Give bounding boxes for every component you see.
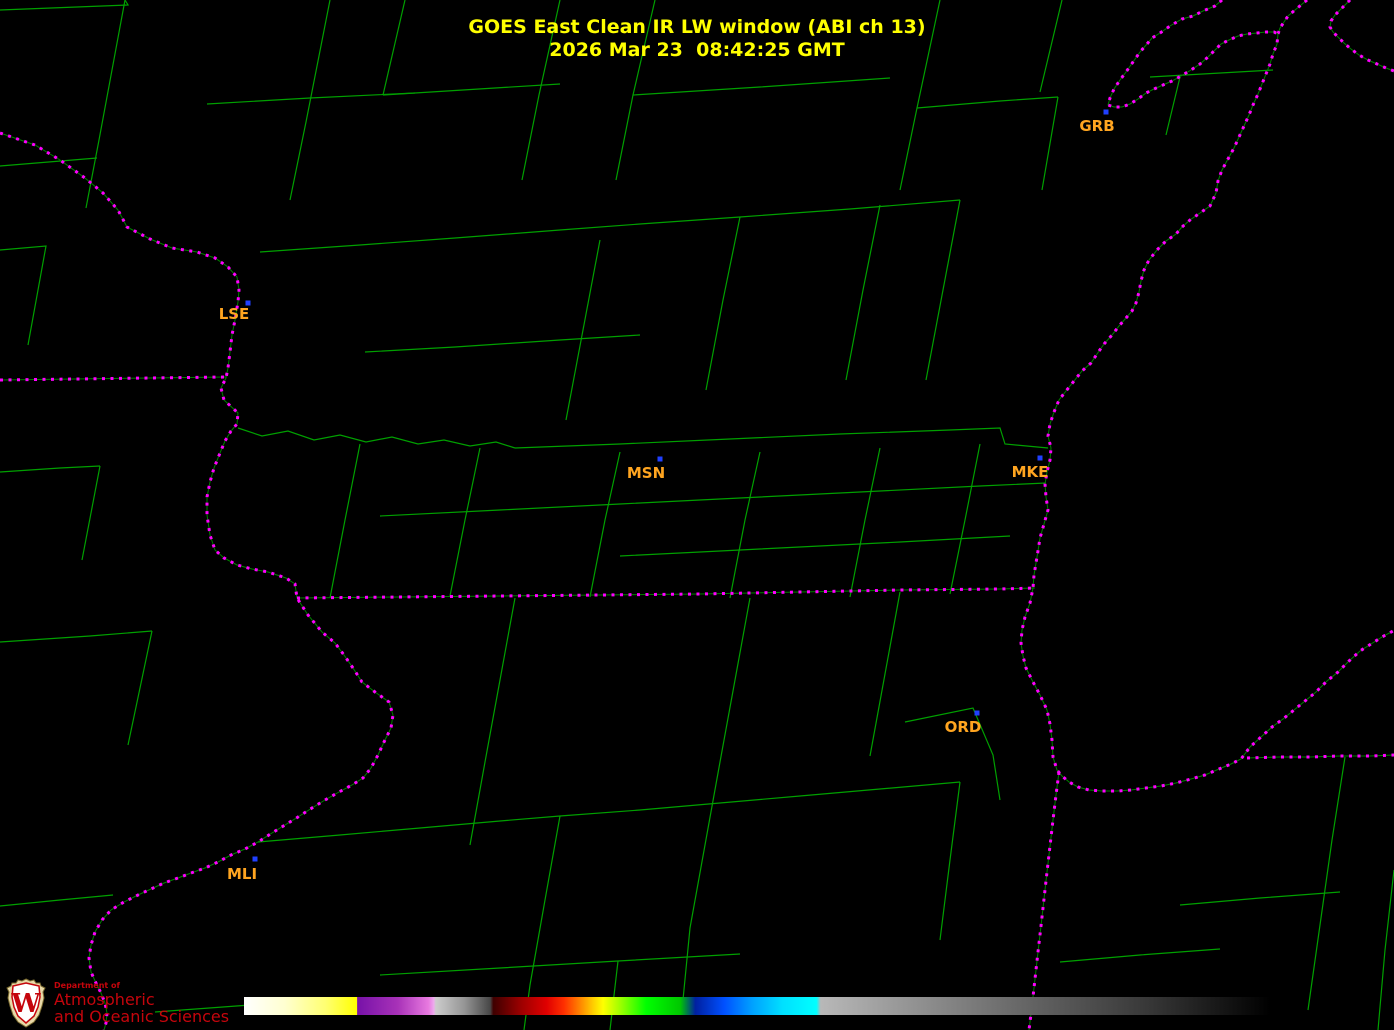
aos-logo: W Department of Atmospheric and Oceanic … [6,978,229,1028]
county-line [916,96,1059,109]
station-marker-grb [1103,109,1109,115]
county-line [237,427,516,449]
county-line [1041,96,1059,191]
county-line [1149,69,1274,78]
station-label-lse: LSE [219,305,250,323]
county-line [0,630,153,643]
county-line [1165,76,1181,136]
county-line [589,451,621,598]
county-line [705,216,741,391]
county-line [0,0,130,11]
station-marker-mli [252,856,258,862]
county-line [565,239,601,421]
county-line [949,443,981,595]
county-line [0,157,98,167]
logo-name-line1: Atmospheric [54,990,155,1009]
county-line [382,83,561,96]
state-border-line [1019,0,1394,793]
county-line [81,465,101,561]
county-line [0,245,47,346]
county-line [619,535,1011,557]
station-marker-ord [974,710,980,716]
state-border-line [0,131,395,1030]
logo-dept-line: Department of [54,981,121,990]
station-label-mke: MKE [1012,463,1049,481]
county-line [869,591,901,757]
county-line [454,216,741,239]
station-label-ord: ORD [945,718,982,736]
county-line [609,960,619,1030]
county-line [729,451,761,599]
county-line [925,199,961,381]
county-line [739,199,961,218]
state-border-underlay [1246,754,1394,759]
county-line [449,447,481,597]
temperature-colorbar [244,997,1270,1015]
satellite-image-viewer: GRB LSE MSN MKE ORD MLI GOES East Clean IR LW… [0,0,1394,1030]
county-line [632,77,891,96]
logo-name-line2: and Oceanic Sciences [54,1007,230,1026]
station-marker-mke [1037,455,1043,461]
county-line [0,894,114,907]
satellite-map-canvas: GRB LSE MSN MKE ORD MLI [0,0,1394,1030]
county-line [127,630,153,746]
county-line [469,597,516,846]
county-line [364,334,641,353]
county-line [939,781,961,941]
county-line [0,465,101,473]
title-timestamp-line: 2026 Mar 23 08:42:25 GMT [549,39,845,61]
county-line [845,204,881,381]
county-line [514,427,1049,449]
uw-crest-icon: W [6,978,46,1028]
station-label-grb: GRB [1079,117,1114,135]
county-line [849,447,881,598]
station-label-msn: MSN [627,464,665,482]
svg-text:W: W [10,989,41,1019]
county-line [379,482,1047,517]
county-line [559,781,961,817]
image-title-block: GOES East Clean IR LW window (ABI ch 13)… [0,16,1394,62]
county-line [257,815,561,843]
station-marker-msn [657,456,663,462]
title-product-line: GOES East Clean IR LW window (ABI ch 13) [468,16,926,38]
county-line [1059,948,1221,963]
county-line [329,443,361,599]
county-line [1377,869,1394,1030]
county-line [1179,891,1341,906]
county-line [681,597,751,1011]
station-label-mli: MLI [227,865,257,883]
aos-logo-text: Department of Atmospheric and Oceanic Sc… [54,981,229,1025]
county-line [1307,756,1346,1011]
state-border-underlay [0,132,394,1030]
county-line [259,237,456,253]
